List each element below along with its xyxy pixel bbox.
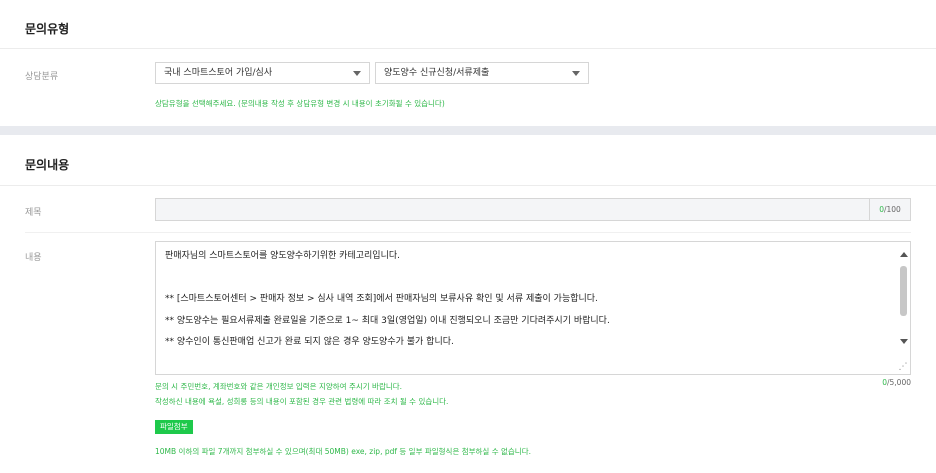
scroll-up-icon[interactable] (900, 252, 908, 257)
content-char-max: /5,000 (887, 378, 911, 387)
category-select-secondary[interactable]: 양도양수 신규신청/서류제출 (375, 62, 589, 84)
scroll-down-icon[interactable] (900, 339, 908, 344)
content-line: ** 양수인이 통신판매업 신고가 완료 되지 않은 경우 양도양수가 불가 합… (165, 337, 454, 347)
section-title-inquiry-content: 문의내용 (25, 158, 70, 172)
content-label: 내용 (25, 253, 42, 263)
content-scrollbar[interactable] (897, 242, 910, 374)
content-line: ** 양도양수는 필요서류제출 완료일을 기준으로 1~ 최대 3일(영업일) … (165, 315, 610, 326)
divider (25, 232, 911, 233)
category-help-text: 상담유형을 선택해주세요. (문의내용 작성 후 상담유형 변경 시 내용이 초… (155, 99, 445, 108)
abuse-notice: 작성하신 내용에 욕설, 성희롱 등의 내용이 포함된 경우 관련 법령에 따라… (155, 397, 449, 406)
section-title-inquiry-type: 문의유형 (25, 22, 70, 36)
subject-char-counter: 0/100 (869, 199, 910, 220)
attach-file-button[interactable]: 파일첨부 (155, 420, 193, 434)
subject-char-max: /100 (883, 205, 901, 214)
category-select-primary-value: 국내 스마트스토어 가입/심사 (164, 68, 273, 78)
subject-label: 제목 (25, 208, 42, 218)
scrollbar-thumb[interactable] (900, 266, 907, 316)
content-line: ** [스마트스토어센터 > 판매자 정보 > 심사 내역 조회]에서 판매자님… (165, 294, 598, 304)
section-separator (0, 126, 936, 135)
content-line: 판매자님의 스마트스토어를 양도양수하기위한 카테고리입니다. (165, 251, 401, 261)
content-text: 판매자님의 스마트스토어를 양도양수하기위한 카테고리입니다. ** [스마트스… (165, 250, 610, 358)
divider (0, 48, 936, 49)
privacy-notice: 문의 시 주민번호, 계좌번호와 같은 개인정보 입력은 지양하여 주시기 바랍… (155, 382, 403, 391)
category-select-secondary-value: 양도양수 신규신청/서류제출 (384, 68, 490, 78)
subject-input[interactable] (156, 200, 871, 222)
content-line (165, 272, 610, 294)
attachment-help-text: 10MB 이하의 파일 7개까지 첨부하실 수 있으며(최대 50MB) exe… (155, 447, 531, 456)
content-textarea[interactable]: 판매자님의 스마트스토어를 양도양수하기위한 카테고리입니다. ** [스마트스… (155, 241, 911, 375)
resize-handle-icon[interactable]: ⋰ (897, 361, 909, 373)
category-label: 상담분류 (25, 72, 59, 82)
chevron-down-icon (572, 71, 580, 76)
chevron-down-icon (353, 71, 361, 76)
content-char-counter: 0/5,000 (882, 378, 911, 387)
subject-field[interactable]: 0/100 (155, 198, 911, 222)
divider (0, 185, 936, 186)
category-select-primary[interactable]: 국내 스마트스토어 가입/심사 (155, 62, 370, 84)
